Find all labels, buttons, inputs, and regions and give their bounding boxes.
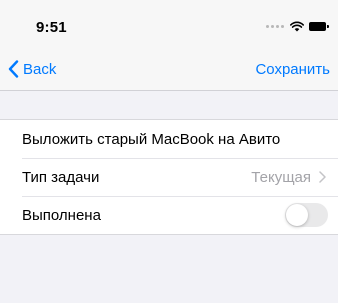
task-type-value: Текущая [251, 168, 311, 186]
task-type-selector[interactable]: Текущая [251, 169, 326, 186]
wifi-icon [290, 21, 304, 31]
chevron-left-icon [8, 60, 19, 78]
task-title-field[interactable]: Выложить старый MacBook на Авито [22, 131, 280, 148]
task-done-label: Выполнена [22, 206, 101, 224]
toggle-knob [286, 204, 308, 226]
task-form: Выложить старый MacBook на Авито Тип зад… [0, 119, 338, 235]
status-time: 9:51 [36, 19, 67, 36]
back-button-label: Back [23, 60, 57, 78]
task-done-toggle[interactable] [285, 203, 328, 227]
chevron-right-icon [319, 171, 326, 183]
task-type-row[interactable]: Тип задачи Текущая [0, 158, 338, 196]
signal-dots-icon [266, 24, 284, 28]
task-title-row[interactable]: Выложить старый MacBook на Авито [0, 120, 338, 158]
status-icons [266, 20, 329, 32]
status-bar: 9:51 [0, 0, 338, 44]
navigation-bar: Back Сохранить [0, 44, 338, 91]
back-button[interactable]: Back [8, 58, 56, 80]
save-button[interactable]: Сохранить [255, 61, 330, 78]
task-done-row: Выполнена [0, 196, 338, 234]
battery-icon [309, 21, 329, 31]
task-type-label: Тип задачи [22, 168, 100, 186]
